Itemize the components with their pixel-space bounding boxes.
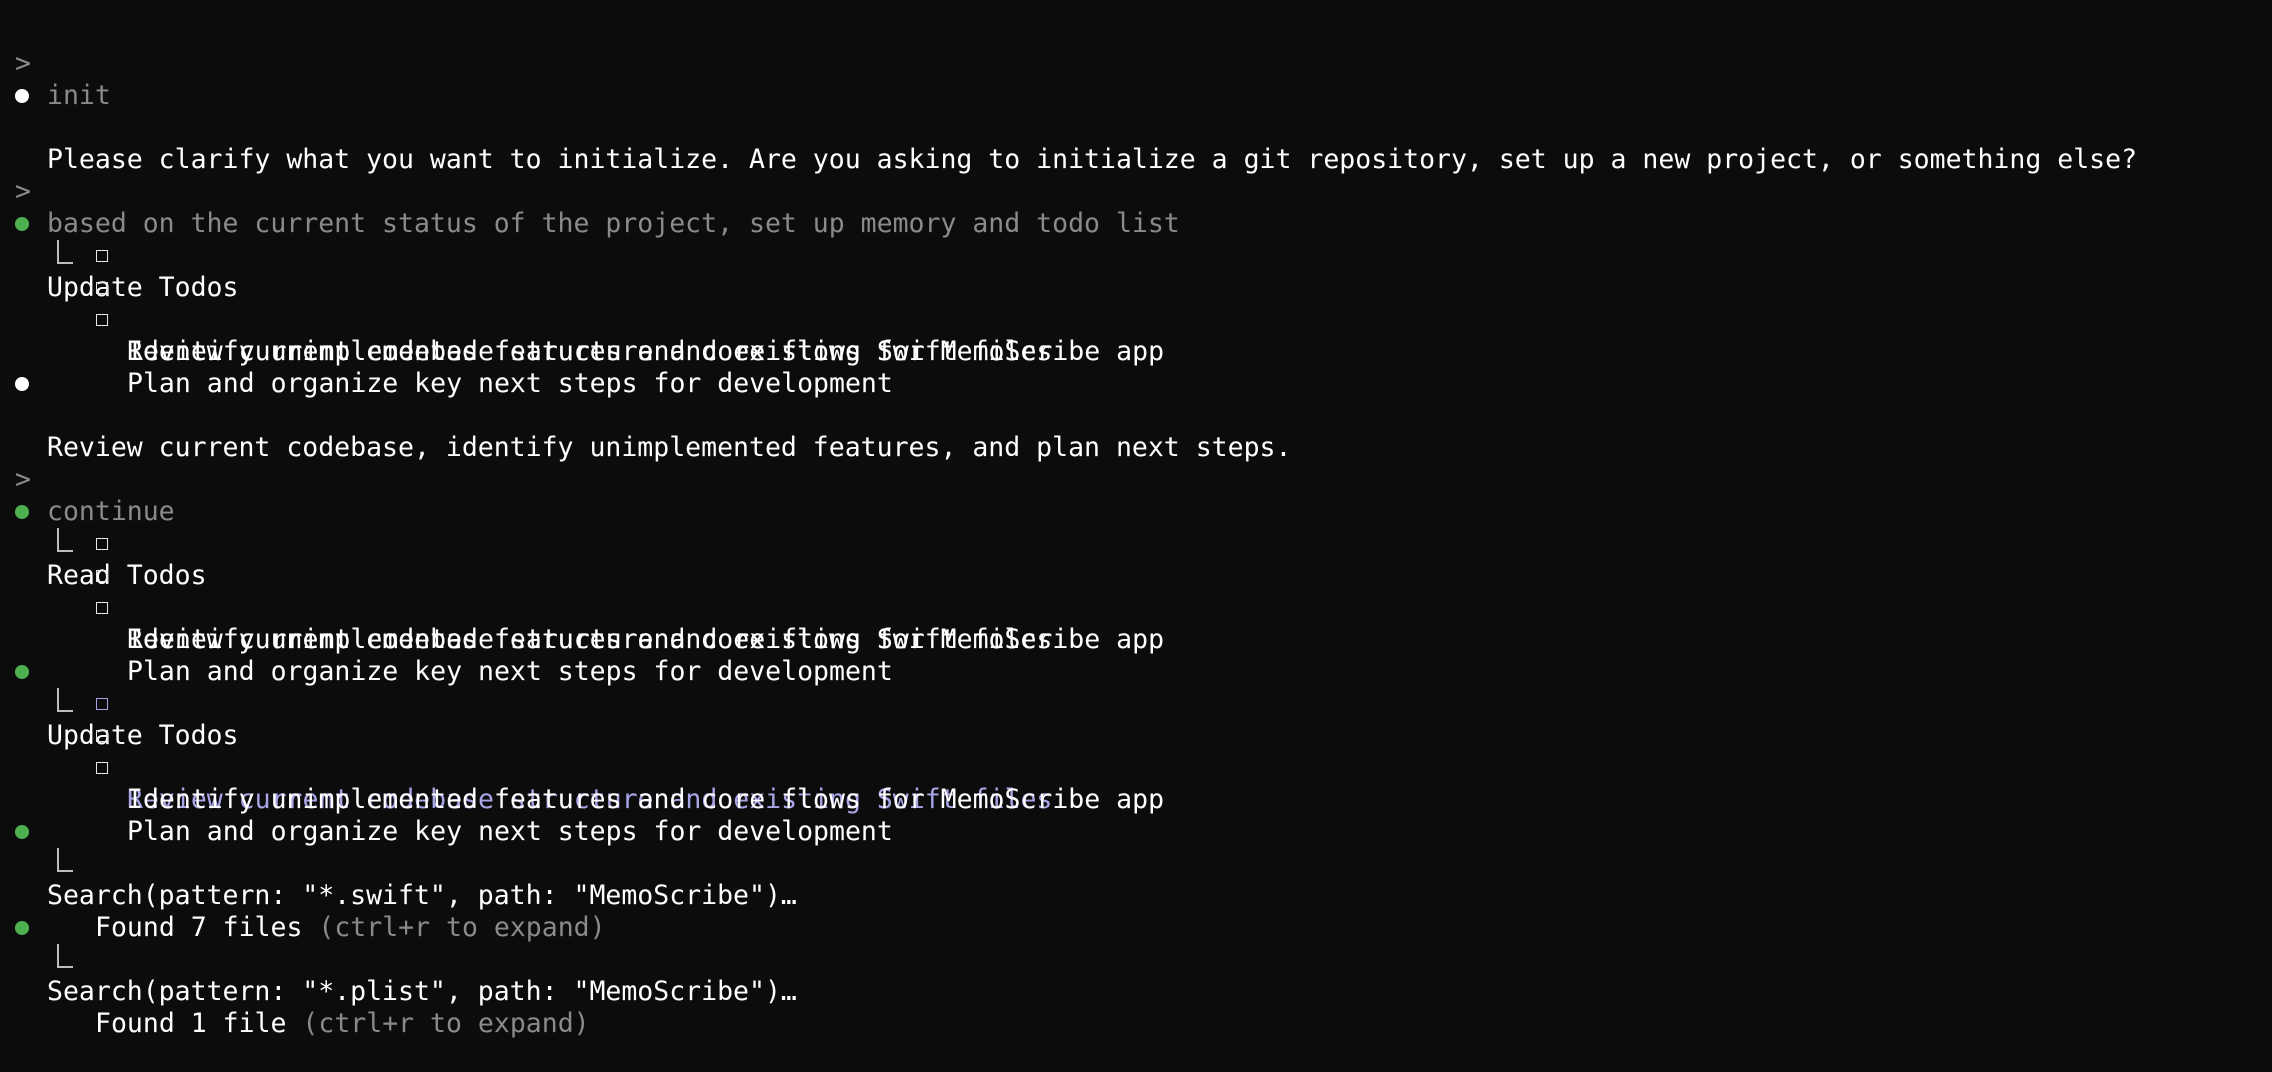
todo-item: Plan and organize key next steps for dev… [0, 304, 893, 399]
tool-call-search: Search(pattern: "*.swift", path: "MemoSc… [0, 816, 797, 911]
todo-item: Review current codebase structure and ex… [0, 240, 1052, 367]
tree-branch-icon [57, 688, 73, 712]
todo-item: Identify unimplemented features and core… [0, 720, 1164, 815]
user-prompt: > continue [0, 432, 175, 527]
tree-branch-icon [57, 528, 73, 552]
checkbox-icon [96, 538, 108, 550]
checkbox-icon [96, 762, 108, 774]
checkbox-icon [96, 698, 108, 710]
prompt-text: based on the current status of the proje… [47, 208, 1180, 239]
prompt-caret: > [15, 176, 31, 207]
message-bullet-icon [15, 377, 29, 391]
message-bullet-icon [15, 89, 29, 103]
prompt-text: continue [47, 496, 175, 527]
tool-result: Found 7 files (ctrl+r to expand) [0, 848, 606, 943]
checkbox-icon [96, 730, 108, 742]
success-bullet-icon [15, 825, 29, 839]
todo-text: Identify unimplemented features and core… [127, 624, 1165, 655]
tool-call-update-todos: Update Todos [0, 208, 238, 303]
expand-hint[interactable]: (ctrl+r to expand) [302, 1008, 589, 1039]
assistant-message: Please clarify what you want to initiali… [0, 80, 2137, 175]
success-bullet-icon [15, 217, 29, 231]
checkbox-icon [96, 314, 108, 326]
prompt-caret: > [15, 48, 31, 79]
tool-call-title: Read Todos [47, 560, 207, 591]
checkbox-icon [96, 602, 108, 614]
message-text: Please clarify what you want to initiali… [47, 144, 2138, 175]
todo-item: Identify unimplemented features and core… [0, 560, 1164, 655]
tool-result: Found 1 file (ctrl+r to expand) [0, 944, 590, 1039]
message-text: Review current codebase, identify unimpl… [47, 432, 1292, 463]
tool-result-text: Found 7 files (ctrl+r to expand) [95, 912, 606, 944]
prompt-caret: > [15, 464, 31, 495]
checkbox-icon [96, 250, 108, 262]
success-bullet-icon [15, 505, 29, 519]
tool-call-title: Update Todos [47, 272, 239, 303]
todo-text: Identify unimplemented features and core… [127, 336, 1165, 367]
todo-item: Plan and organize key next steps for dev… [0, 592, 893, 687]
checkbox-icon [96, 282, 108, 294]
tool-result-text: Found 1 file (ctrl+r to expand) [95, 1008, 590, 1040]
tool-call-read-todos: Read Todos [0, 496, 207, 591]
success-bullet-icon [15, 921, 29, 935]
expand-hint[interactable]: (ctrl+r to expand) [318, 912, 605, 943]
assistant-message: Review current codebase, identify unimpl… [0, 368, 1291, 463]
tool-call-title: Update Todos [47, 720, 239, 751]
result-summary: Found 7 files [95, 912, 303, 943]
tool-call-title: Search(pattern: "*.plist", path: "MemoSc… [47, 976, 797, 1007]
todo-item-in-progress: Review current codebase structure and ex… [0, 688, 1052, 815]
todo-text: Plan and organize key next steps for dev… [127, 368, 893, 399]
todo-item: Identify unimplemented features and core… [0, 272, 1164, 367]
todo-text: Plan and organize key next steps for dev… [127, 816, 893, 847]
tool-call-search: Search(pattern: "*.plist", path: "MemoSc… [0, 912, 797, 1007]
result-summary: Found 1 file [95, 1008, 287, 1039]
user-prompt: > based on the current status of the pro… [0, 144, 1180, 239]
tree-branch-icon [57, 848, 73, 872]
todo-text: Plan and organize key next steps for dev… [127, 656, 893, 687]
tree-branch-icon [57, 944, 73, 968]
user-prompt: > init [0, 16, 111, 111]
tool-call-update-todos: Update Todos [0, 656, 238, 751]
tool-call-title: Search(pattern: "*.swift", path: "MemoSc… [47, 880, 797, 911]
todo-text: Identify unimplemented features and core… [127, 784, 1165, 815]
todo-item: Review current codebase structure and ex… [0, 528, 1052, 655]
tree-branch-icon [57, 240, 73, 264]
todo-item: Plan and organize key next steps for dev… [0, 752, 893, 847]
checkbox-icon [96, 570, 108, 582]
terminal-window: > init Please clarify what you want to i… [0, 0, 2272, 1039]
success-bullet-icon [15, 665, 29, 679]
